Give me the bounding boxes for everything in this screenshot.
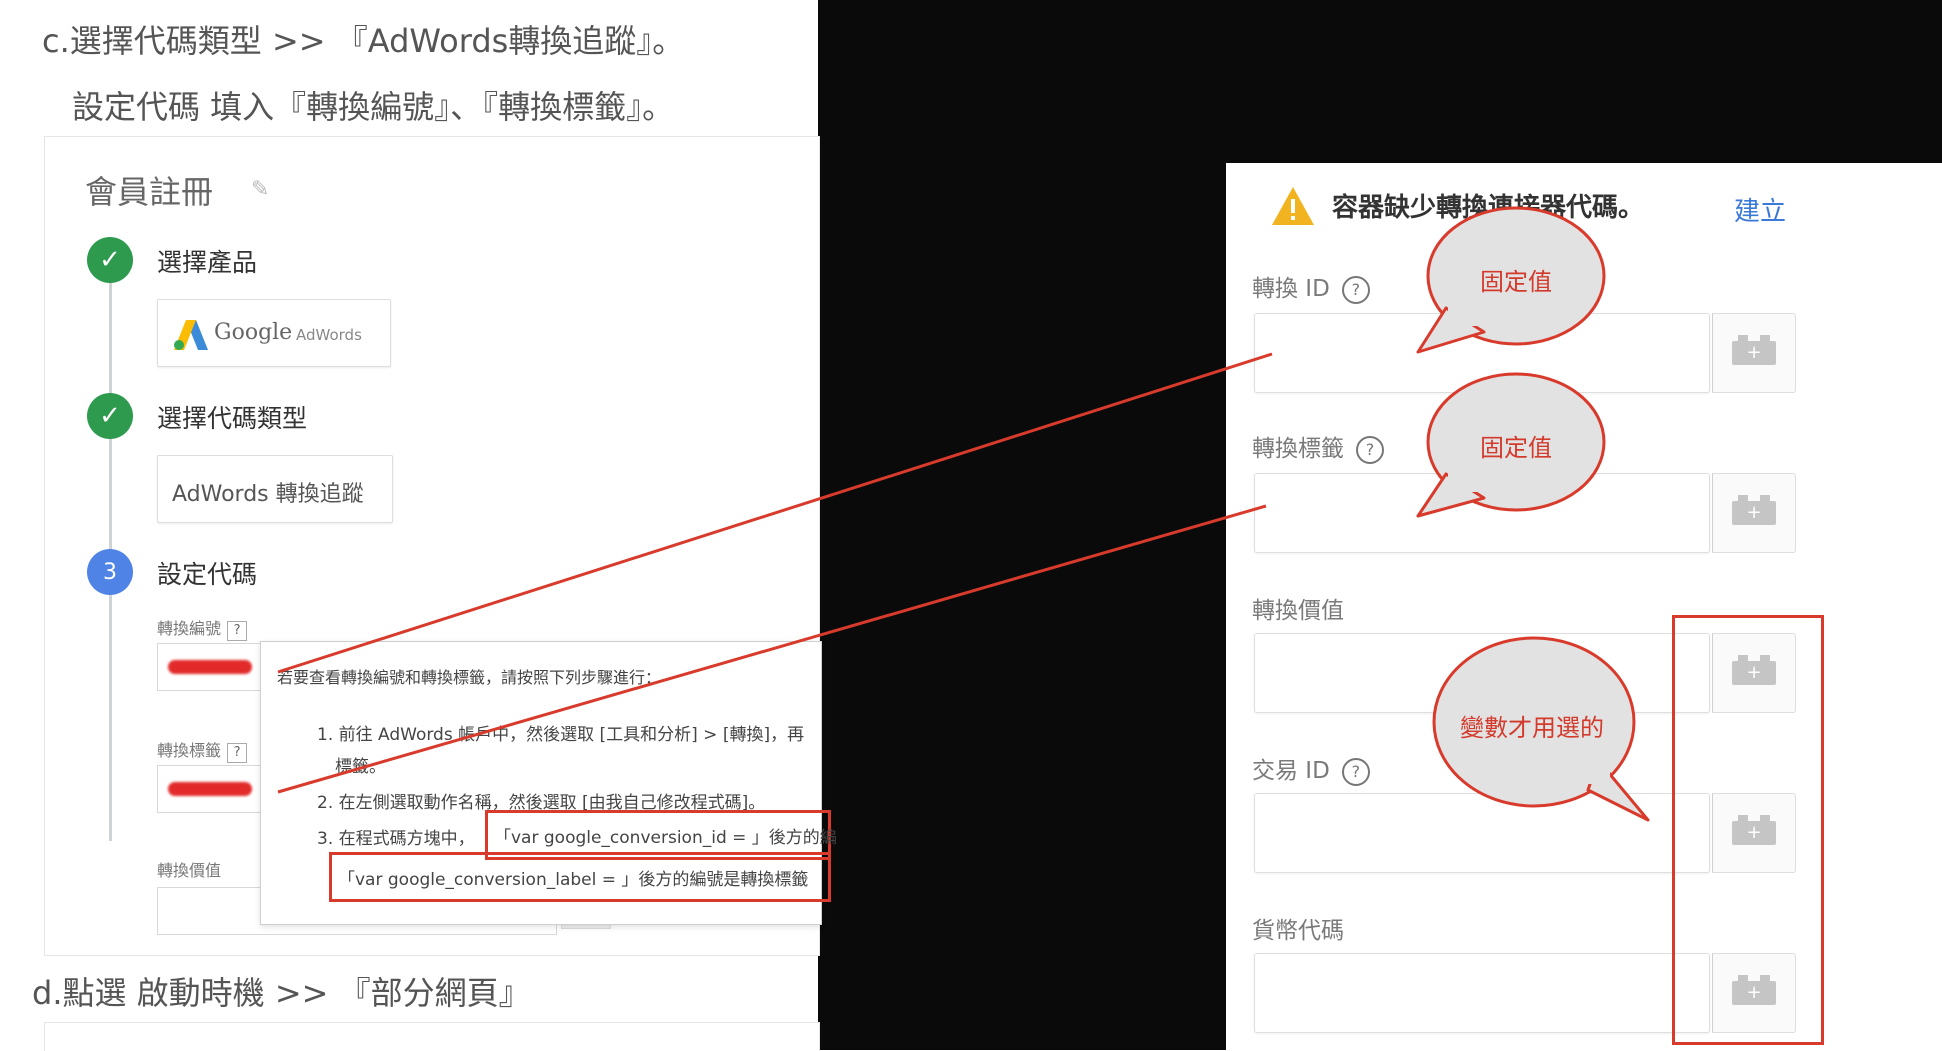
bubble-fixed-value-text: 固定值 — [1480, 268, 1552, 296]
bubble-fixed-value-text: 固定值 — [1480, 434, 1552, 462]
annotation-connector-line — [277, 504, 1267, 794]
bubble-variable-text: 變數才用選的 — [1460, 714, 1604, 742]
annotation-overlay — [277, 206, 1650, 822]
annotation-connector-line — [277, 352, 1273, 674]
